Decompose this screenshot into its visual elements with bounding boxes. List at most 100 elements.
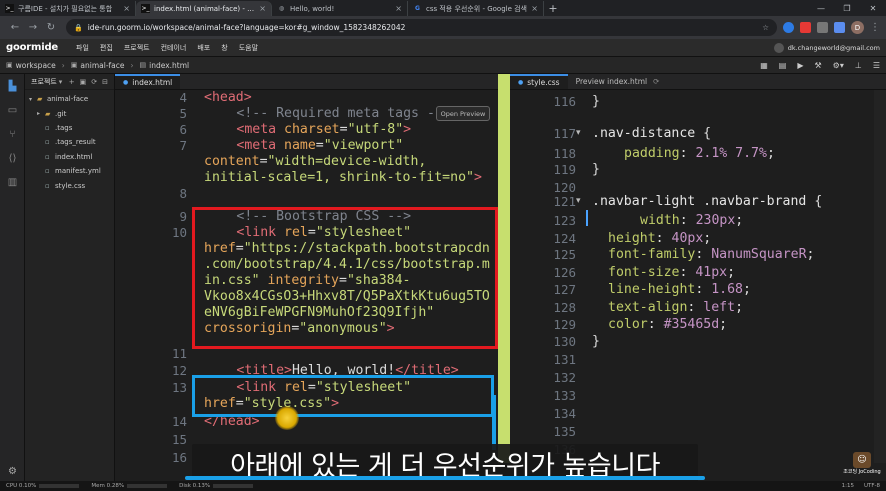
menu-deploy[interactable]: 배포 [197, 43, 210, 53]
project-explorer-icon[interactable]: ▙ [0, 74, 25, 98]
reload-icon[interactable]: ↻ [42, 22, 60, 33]
minimize-icon[interactable]: — [808, 4, 834, 13]
bookmark-star-icon[interactable]: ☆ [762, 23, 769, 32]
code-editor-style-css[interactable]: 116} 117 ▾ .nav-distance {118 padding: 2.1% … [510, 90, 886, 463]
close-icon[interactable]: × [259, 4, 266, 13]
collapse-icon[interactable]: ⊟ [102, 78, 108, 86]
code-token: text-align [608, 300, 688, 315]
fold-arrow-icon[interactable]: ▾ [576, 128, 581, 138]
code-token: color [608, 317, 648, 332]
folder-icon: ▣ [70, 61, 78, 69]
menu-file[interactable]: 파일 [76, 43, 89, 53]
editor-split-scrollbar[interactable] [498, 74, 510, 463]
tree-item-index-html[interactable]: ▫ index.html [25, 150, 114, 164]
refresh-preview-icon[interactable]: ⟳ [653, 77, 659, 86]
tree-item-animal-face[interactable]: ▾ ▰ animal-face [25, 92, 114, 106]
breadcrumb-file[interactable]: index.html [149, 61, 189, 70]
build-icon[interactable]: ⚒ [815, 61, 822, 70]
menu-container[interactable]: 컨테이너 [161, 43, 187, 53]
menu-window[interactable]: 창 [221, 43, 227, 53]
database-icon[interactable]: ▥ [0, 170, 25, 194]
code-token: : [695, 247, 712, 262]
tree-item-tags-result[interactable]: ▫ .tags_result [25, 135, 114, 149]
code-icon[interactable]: ⟨⟩ [0, 146, 25, 170]
fold-arrow-icon[interactable]: ▾ [576, 196, 581, 206]
channel-name: 조코딩 JoCoding [843, 468, 881, 475]
user-account[interactable]: dk.changeworld@gmail.com [773, 42, 880, 53]
menu-project[interactable]: 프로젝트 [124, 43, 150, 53]
close-window-icon[interactable]: ✕ [860, 4, 886, 13]
tree-item-manifest-yml[interactable]: ▫ manifest.yml [25, 164, 114, 178]
address-bar[interactable]: 🔒 ide-run.goorm.io/workspace/animal-face… [66, 19, 777, 36]
breadcrumb: ▣ workspace › ▣ animal-face › ▤ index.ht… [6, 61, 189, 70]
menu-help[interactable]: 도움말 [239, 43, 258, 53]
profile-avatar[interactable]: D [851, 21, 864, 34]
maximize-icon[interactable]: ❐ [834, 4, 860, 13]
code-token: > [403, 122, 412, 137]
browser-tab-goorm[interactable]: >_ 구름IDE - 설치가 필요없는 통합 × [0, 1, 136, 16]
browser-tab-index-html[interactable]: >_ index.html (animal-face) - 구름 × [136, 1, 272, 16]
line-number: 7 [179, 138, 187, 153]
file-icon: ▫ [45, 181, 50, 190]
breadcrumb-workspace[interactable]: workspace [16, 61, 56, 70]
menu-edit[interactable]: 편집 [100, 43, 113, 53]
url-text: ide-run.goorm.io/workspace/animal-face?l… [87, 23, 406, 32]
code-line: <meta charset="utf-8"> [236, 122, 411, 138]
editor-scrollbar[interactable] [874, 90, 886, 463]
new-file-icon[interactable]: + [69, 78, 75, 86]
chevron-right-icon[interactable]: ▸ [37, 110, 45, 117]
editor-tab-label: style.css [527, 78, 560, 87]
tree-item-git[interactable]: ▸ ▰ .git [25, 106, 114, 120]
extension-icon[interactable] [834, 22, 845, 33]
chevron-down-icon[interactable]: ▾ [29, 96, 37, 103]
line-number: 135 [553, 424, 576, 439]
pin-icon[interactable]: ⊥ [855, 61, 862, 70]
google-icon: G [415, 5, 420, 12]
close-icon[interactable]: × [395, 4, 402, 13]
close-icon[interactable]: × [531, 4, 538, 13]
line-number: 124 [553, 231, 576, 246]
more-vert-icon[interactable]: ⋮ [870, 22, 880, 33]
open-preview-button[interactable]: Open Preview [436, 106, 490, 121]
code-line: <head> [204, 90, 252, 106]
line-number: 120 [553, 180, 576, 195]
code-line: content="width=device-width, [204, 154, 426, 170]
code-token: = [339, 122, 348, 137]
forward-icon[interactable]: → [24, 22, 42, 33]
code-line: } [592, 334, 600, 350]
chevron-down-icon[interactable]: ▾ [59, 78, 63, 86]
code-line: <!-- Required meta tags --> [236, 106, 450, 122]
close-icon[interactable]: × [123, 4, 130, 13]
user-email: dk.changeworld@gmail.com [787, 43, 880, 52]
code-token: = [315, 138, 324, 153]
browser-tab-google-search[interactable]: G css 적용 우선순위 - Google 검색 × [408, 1, 544, 16]
extension-icon[interactable] [783, 22, 794, 33]
editor-tab-style-css[interactable]: ● style.css [510, 74, 568, 89]
code-token: left [703, 300, 736, 315]
new-tab-button[interactable]: + [544, 1, 562, 16]
save-icon[interactable]: ▦ [760, 61, 768, 70]
code-token: <meta [236, 122, 285, 137]
more-menu-icon[interactable]: ☰ [873, 61, 880, 70]
terminal-icon[interactable]: ▤ [779, 61, 787, 70]
refresh-icon[interactable]: ⟳ [91, 78, 97, 86]
settings-gear-icon[interactable]: ⚙ [0, 466, 25, 477]
back-icon[interactable]: ← [6, 22, 24, 33]
code-line: height: 40px; [608, 231, 711, 247]
breadcrumb-project[interactable]: animal-face [80, 61, 124, 70]
outline-icon[interactable]: ▭ [0, 98, 25, 122]
tree-item-label: manifest.yml [55, 167, 101, 176]
extension-icon[interactable] [800, 22, 811, 33]
settings-icon[interactable]: ⚙▾ [833, 61, 844, 70]
git-branch-icon[interactable]: ⑂ [0, 122, 25, 146]
tree-item-style-css[interactable]: ▫ style.css [25, 178, 114, 192]
new-folder-icon[interactable]: ▣ [80, 78, 87, 86]
editor-tab-index-html[interactable]: ● index.html [115, 74, 181, 89]
browser-tab-hello-world[interactable]: ◍ Hello, world! × [272, 1, 408, 16]
code-line: font-family: NanumSquareR; [608, 247, 814, 263]
editor-tab-preview[interactable]: Preview index.html ⟳ [568, 74, 668, 89]
extension-icon[interactable] [817, 22, 828, 33]
run-icon[interactable]: ▶ [797, 61, 803, 70]
file-icon: ▫ [45, 167, 50, 176]
tree-item-tags[interactable]: ▫ .tags [25, 121, 114, 135]
